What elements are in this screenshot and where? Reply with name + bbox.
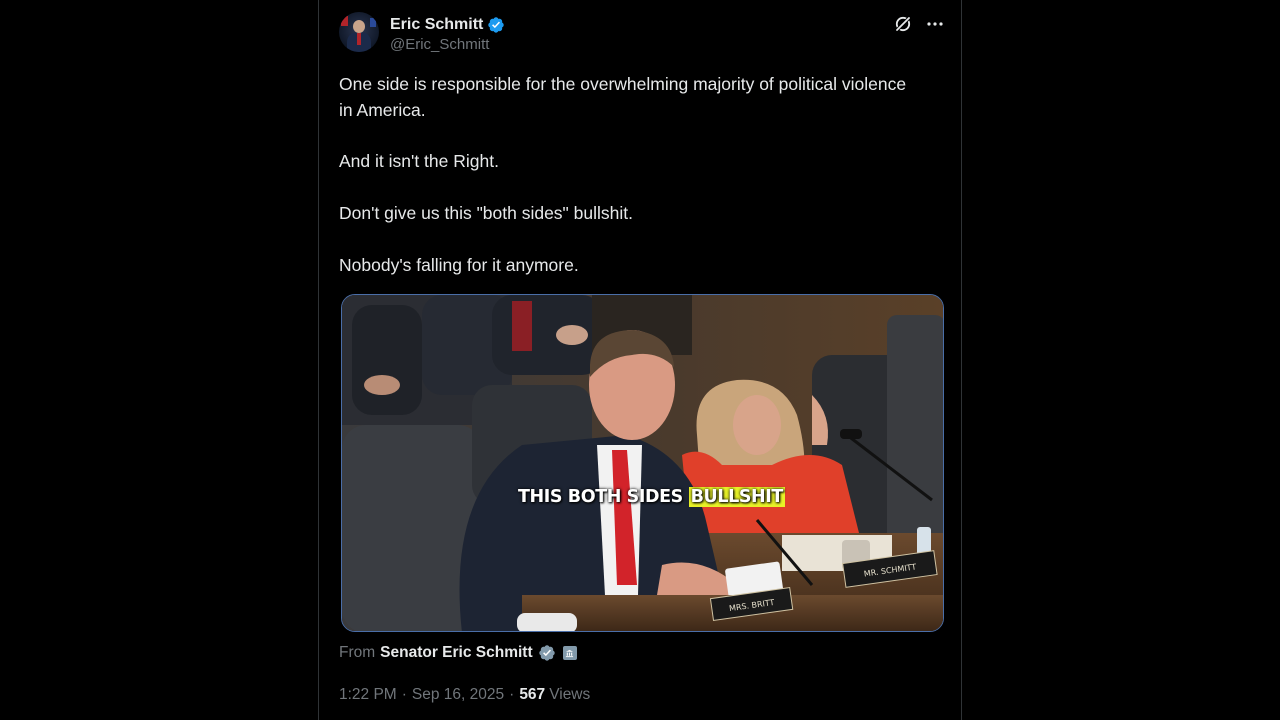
tweet-time[interactable]: 1:22 PM — [339, 686, 397, 704]
tweet-text: One side is responsible for the overwhel… — [339, 72, 919, 278]
author-handle[interactable]: @Eric_Schmitt — [390, 36, 489, 53]
video-attribution: From Senator Eric Schmitt — [339, 642, 577, 664]
video-player[interactable]: MRS. BRITT MR. SCHMITT THIS BOTH SIDES B… — [341, 294, 944, 632]
grok-icon[interactable] — [893, 14, 913, 34]
source-account-link[interactable]: Senator Eric Schmitt — [380, 644, 532, 662]
tweet-paragraph: And it isn't the Right. — [339, 151, 499, 172]
verified-badge-icon[interactable] — [487, 16, 505, 34]
caption-text: THIS BOTH SIDES — [518, 487, 689, 507]
tweet-meta: 1:22 PM · Sep 16, 2025 · 567 Views — [339, 684, 590, 706]
from-label: From — [339, 644, 376, 661]
government-affiliation-icon[interactable] — [562, 646, 577, 660]
avatar[interactable] — [339, 12, 379, 52]
video-frame: MRS. BRITT MR. SCHMITT — [342, 295, 943, 631]
tweet-paragraph: Nobody's falling for it anymore. — [339, 254, 579, 275]
header-actions — [893, 14, 945, 34]
more-icon[interactable] — [925, 14, 945, 34]
video-caption: THIS BOTH SIDES BULLSHIT — [518, 487, 785, 507]
gov-verified-badge-icon[interactable] — [538, 644, 556, 662]
tweet-header: Eric Schmitt @Eric_Schmitt — [339, 12, 945, 58]
meta-separator: · — [509, 686, 515, 703]
tweet-column: Eric Schmitt @Eric_Schmitt One side is r… — [318, 0, 962, 720]
views-count[interactable]: 567 — [519, 686, 545, 704]
meta-separator: · — [401, 686, 407, 703]
tweet-paragraph: Don't give us this "both sides" bullshit… — [339, 202, 633, 223]
views-label: Views — [549, 686, 591, 703]
author-name-row[interactable]: Eric Schmitt — [390, 14, 505, 36]
author-display-name[interactable]: Eric Schmitt — [390, 16, 483, 34]
caption-highlight: BULLSHIT — [688, 487, 785, 507]
tweet-paragraph: One side is responsible for the overwhel… — [339, 74, 907, 120]
tweet-date[interactable]: Sep 16, 2025 — [412, 686, 504, 704]
